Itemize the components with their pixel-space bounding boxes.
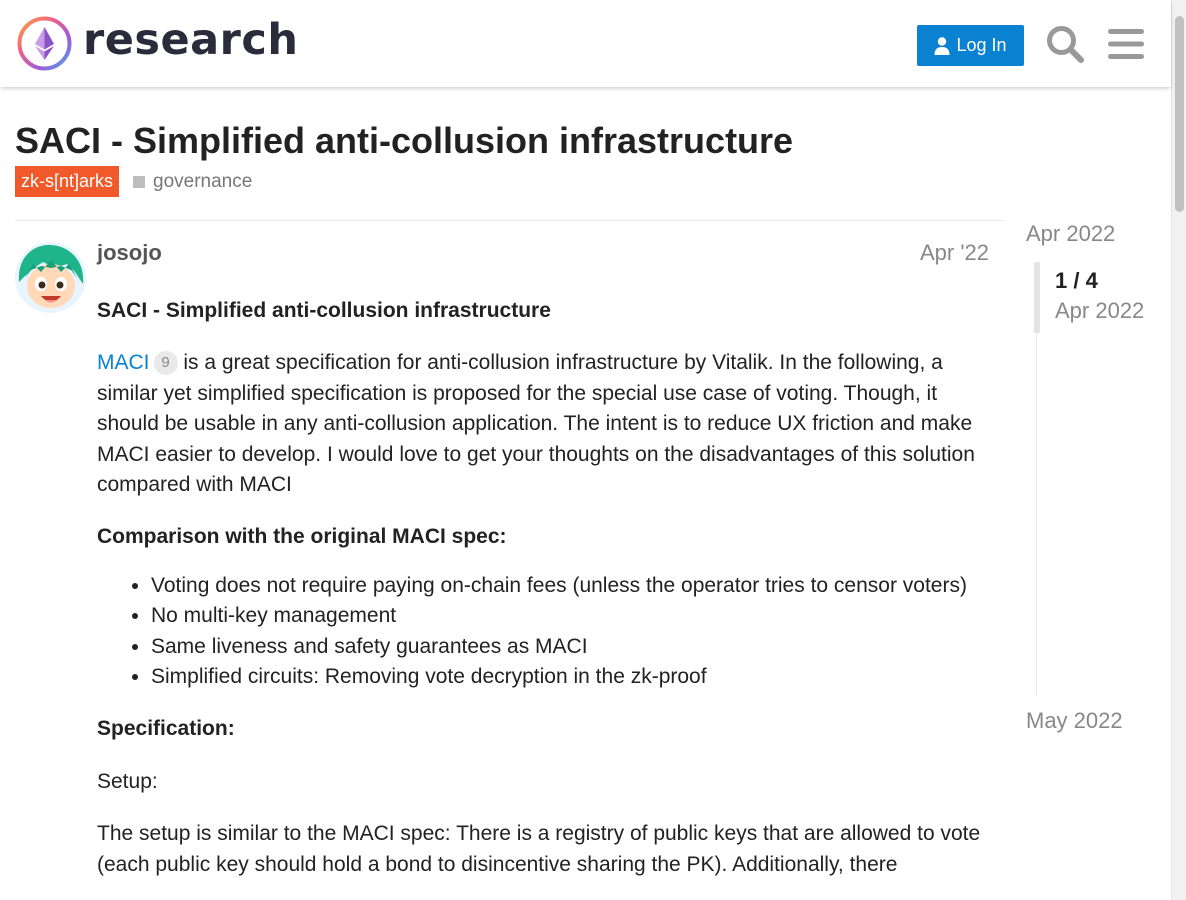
post-date[interactable]: Apr '22 (920, 240, 989, 266)
login-button[interactable]: Log In (917, 25, 1024, 66)
topic-title[interactable]: SACI - Simplified anti-collusion infrast… (15, 120, 793, 162)
timeline-position: 1 / 4 (1055, 268, 1098, 293)
comparison-heading: Comparison with the original MACI spec: (97, 525, 507, 549)
setup-label: Setup: (97, 769, 158, 793)
post-intro: MACI 9 is a great specification for anti-… (97, 348, 997, 500)
ethereum-research-logo-icon (17, 16, 72, 71)
timeline-current-date: Apr 2022 (1055, 298, 1145, 323)
tag-governance[interactable]: governance (133, 171, 252, 193)
login-label: Log In (956, 35, 1007, 55)
search-button[interactable] (1043, 22, 1087, 66)
list-item: Voting does not require paying on-chain … (151, 571, 997, 601)
site-logo[interactable]: research (16, 15, 298, 72)
specification-heading: Specification: (97, 717, 235, 741)
site-header: research Log In (0, 0, 1171, 87)
logo-text: research (83, 15, 299, 65)
scrollbar-thumb[interactable] (1175, 16, 1184, 212)
list-item: Simplified circuits: Removing vote decry… (151, 662, 997, 692)
divider (15, 220, 1004, 221)
post-body: SACI - Simplified anti-collusion infrast… (97, 296, 997, 900)
setup-text: The setup is similar to the MACI spec: T… (97, 822, 981, 876)
list-item: No multi-key management (151, 601, 997, 631)
tag-zk-snarks[interactable]: zk-s[nt]arks (15, 166, 120, 197)
maci-link[interactable]: MACI (97, 351, 150, 374)
topic-tags: zk-s[nt]arks governance (15, 166, 252, 197)
tag-governance-label: governance (153, 170, 253, 192)
user-icon (934, 36, 950, 55)
hamburger-menu-button[interactable] (1104, 22, 1148, 66)
link-click-count-badge: 9 (153, 351, 178, 376)
comparison-list: Voting does not require paying on-chain … (151, 571, 997, 693)
timeline-end-date[interactable]: May 2022 (1026, 708, 1123, 734)
timeline-scroller-handle[interactable] (1034, 262, 1040, 333)
post-author[interactable]: josojo (97, 240, 162, 266)
search-icon (1047, 26, 1084, 63)
list-item: Same liveness and safety guarantees as M… (151, 632, 997, 662)
user-avatar-icon (15, 242, 86, 313)
avatar[interactable] (15, 242, 86, 313)
post-intro-text: is a great specification for anti-collus… (97, 351, 975, 497)
page-scrollbar[interactable] (1171, 0, 1186, 900)
hamburger-menu-icon (1108, 29, 1144, 59)
category-square-icon (133, 175, 146, 188)
timeline-start-date[interactable]: Apr 2022 (1026, 221, 1115, 247)
post-heading: SACI - Simplified anti-collusion infrast… (97, 299, 551, 322)
